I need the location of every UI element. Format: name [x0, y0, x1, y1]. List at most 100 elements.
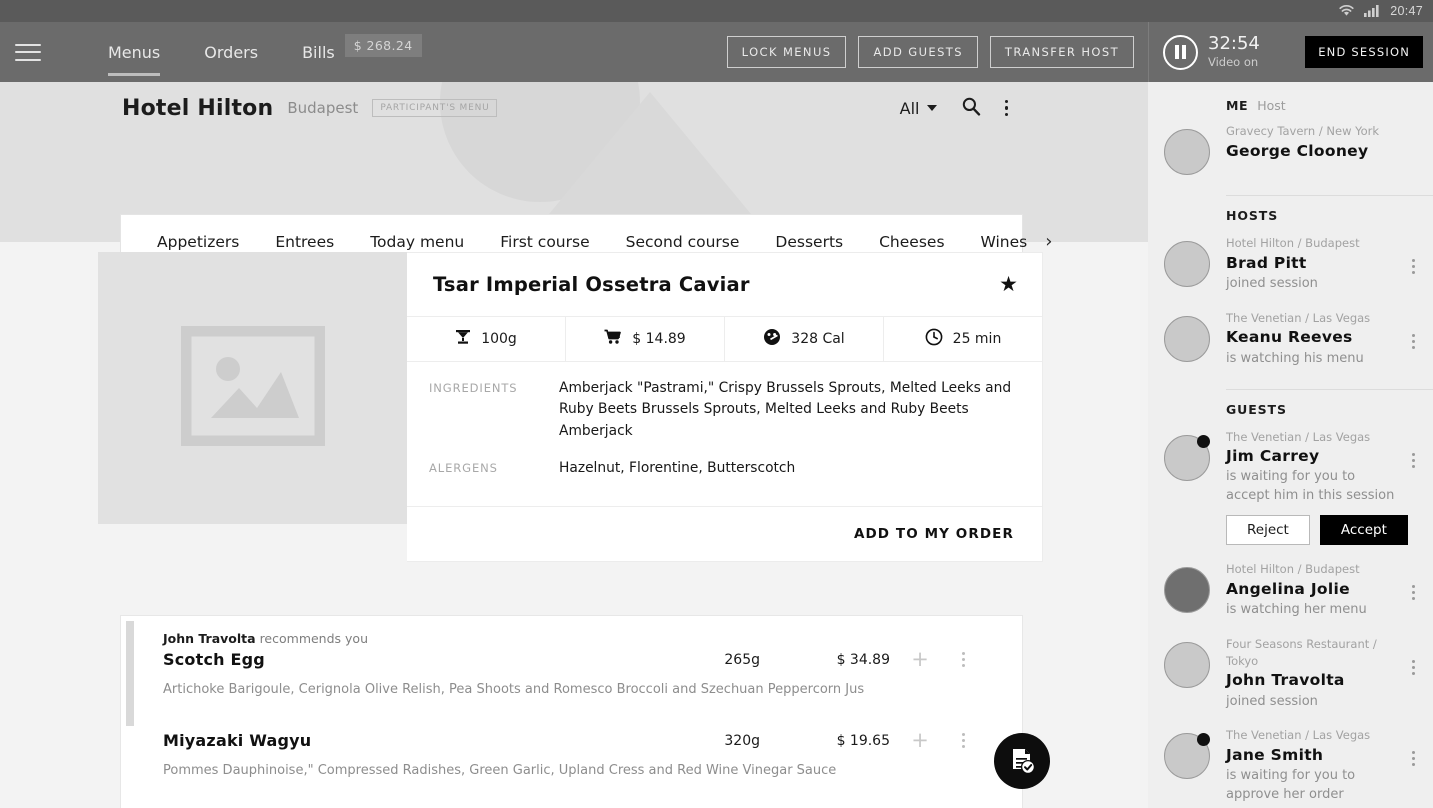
participant-status: is waiting for you to accept him in this…: [1226, 469, 1395, 504]
hamburger-icon[interactable]: [15, 43, 41, 61]
menu-tab-appetizers-label: Appetizers: [157, 232, 240, 251]
participant-status: joined session: [1226, 693, 1318, 709]
participant-actions: Reject Accept: [1226, 515, 1408, 546]
reject-button[interactable]: Reject: [1226, 515, 1310, 546]
os-status-bar: 20:47: [0, 0, 1433, 22]
kebab-menu-icon[interactable]: [1403, 561, 1423, 620]
recommended-indicator-bar: [126, 621, 134, 726]
kebab-menu-icon[interactable]: [1403, 636, 1423, 711]
end-session-button[interactable]: END SESSION: [1305, 36, 1423, 68]
dish-row: Miyazaki Wagyu 320g $ 19.65 +: [163, 730, 976, 751]
avatar: [1164, 129, 1210, 175]
image-placeholder-icon: [180, 325, 325, 450]
avatar-column: [1148, 727, 1226, 805]
kebab-menu-icon[interactable]: [1004, 99, 1008, 117]
me-section-header: ME Host: [1148, 82, 1433, 117]
session-bar: 32:54 Video on END SESSION: [1148, 22, 1433, 82]
star-icon[interactable]: ★: [999, 274, 1018, 295]
participant-info: Gravecy Tavern / New York George Clooney: [1226, 123, 1423, 175]
participant-name: George Clooney: [1226, 141, 1369, 160]
participant-info: The Venetian / Las Vegas Keanu Reeves is…: [1226, 310, 1403, 369]
add-to-my-order-button[interactable]: ADD TO MY ORDER: [854, 526, 1014, 542]
nav-tab-orders[interactable]: Orders: [182, 22, 280, 82]
nav-tab-menus[interactable]: Menus: [86, 22, 182, 82]
kebab-menu-icon[interactable]: [1403, 429, 1423, 546]
dish-fact-time: 25 min: [884, 317, 1042, 361]
list-item[interactable]: John Travolta recommends you Scotch Egg …: [121, 616, 1022, 702]
avatar: [1164, 641, 1210, 688]
avatar: [1164, 434, 1210, 481]
menu-tab-entrees-label: Entrees: [275, 232, 335, 251]
main-content: Hotel Hilton Budapest PARTICIPANT'S MENU…: [0, 82, 1148, 808]
nav-tab-bills[interactable]: Bills: [280, 22, 357, 82]
search-icon[interactable]: [961, 96, 981, 120]
list-item[interactable]: Oysters and Pearls 230g $ 23.59 +: [121, 784, 1022, 808]
dish-name: Scotch Egg: [163, 650, 265, 669]
nav-tab-orders-label: Orders: [204, 42, 259, 62]
participant-status: is waiting for you to approve her order: [1226, 768, 1356, 803]
add-guests-button[interactable]: ADD GUESTS: [858, 36, 978, 68]
participant-brad-pitt[interactable]: Hotel Hilton / Budapest Brad Pitt joined…: [1148, 229, 1433, 304]
dish-list: John Travolta recommends you Scotch Egg …: [120, 615, 1023, 808]
dish-fact-calories-value: 328 Cal: [791, 331, 845, 347]
participant-john-travolta[interactable]: Four Seasons Restaurant / Tokyo John Tra…: [1148, 630, 1433, 721]
plus-icon[interactable]: +: [890, 730, 950, 751]
menu-tab-cheeses-label: Cheeses: [879, 232, 945, 251]
transfer-host-button[interactable]: TRANSFER HOST: [989, 36, 1134, 68]
dish-fact-calories: 328 Cal: [725, 317, 884, 361]
participant-name: Jim Carrey: [1226, 447, 1320, 466]
hosts-section-title: HOSTS: [1226, 208, 1279, 223]
pause-icon[interactable]: [1163, 34, 1198, 70]
avatar-column: [1148, 429, 1226, 546]
dish-spec-ingredients-label: INGREDIENTS: [429, 381, 518, 395]
avatar: [1164, 241, 1210, 287]
participant-place: Hotel Hilton / Budapest: [1226, 236, 1360, 250]
accept-button[interactable]: Accept: [1319, 515, 1408, 546]
restaurant-header: Hotel Hilton Budapest PARTICIPANT'S MENU…: [0, 82, 1148, 134]
page-title: Hotel Hilton: [122, 95, 274, 121]
dish-description: Pommes Dauphinoise," Compressed Radishes…: [163, 763, 837, 779]
participant-angelina-jolie[interactable]: Hotel Hilton / Budapest Angelina Jolie i…: [1148, 555, 1433, 630]
me-label: ME: [1226, 98, 1249, 113]
participant-name: Angelina Jolie: [1226, 579, 1350, 598]
guests-section-title: GUESTS: [1226, 401, 1287, 417]
kebab-menu-icon[interactable]: [950, 652, 976, 667]
plus-icon[interactable]: +: [890, 649, 950, 670]
status-bar-clock: 20:47: [1390, 4, 1423, 18]
participant-jim-carrey[interactable]: The Venetian / Las Vegas Jim Carrey is w…: [1148, 423, 1433, 556]
dish-specs: INGREDIENTS Amberjack "Pastrami," Crispy…: [407, 362, 1042, 506]
avatar-column: [1148, 235, 1226, 294]
participant-place: The Venetian / Las Vegas: [1226, 310, 1371, 325]
dish-spec-ingredients: INGREDIENTS Amberjack "Pastrami," Crispy…: [429, 378, 1016, 442]
document-check-icon[interactable]: [994, 733, 1050, 789]
participant-status: joined session: [1226, 275, 1318, 291]
participant-jane-smith[interactable]: The Venetian / Las Vegas Jane Smith is w…: [1148, 721, 1433, 808]
participant-place: Four Seasons Restaurant / Tokyo: [1226, 636, 1377, 668]
menu-filter-select[interactable]: All: [900, 99, 937, 118]
nav-tab-menus-label: Menus: [108, 42, 161, 62]
session-video-status: Video on: [1208, 54, 1259, 69]
kebab-menu-icon[interactable]: [950, 733, 976, 749]
participant-info: Hotel Hilton / Budapest Brad Pitt joined…: [1226, 235, 1403, 294]
kebab-menu-icon[interactable]: [1403, 310, 1423, 369]
participant-info: The Venetian / Las Vegas Jane Smith is w…: [1226, 727, 1403, 805]
kebab-menu-icon[interactable]: [1403, 727, 1423, 805]
dish-fact-weight: 100g: [407, 317, 566, 361]
participant-place: Gravecy Tavern / New York: [1226, 124, 1380, 138]
participants-panel: ME Host Gravecy Tavern / New York George…: [1148, 82, 1433, 808]
session-info: 32:54 Video on: [1208, 34, 1260, 69]
kebab-menu-icon[interactable]: [1403, 235, 1423, 294]
dish-recommender-name: John Travolta: [163, 631, 256, 646]
list-item[interactable]: Miyazaki Wagyu 320g $ 19.65 + Pommes Dau…: [121, 702, 1022, 783]
lock-menus-button[interactable]: LOCK MENUS: [726, 36, 847, 68]
clock-icon: [925, 328, 943, 350]
dish-price: $ 34.89: [836, 651, 890, 668]
participant-place: The Venetian / Las Vegas: [1226, 429, 1371, 444]
dish-detail-body: Tsar Imperial Ossetra Caviar ★ 100g $ 14…: [407, 252, 1043, 562]
participant-me[interactable]: Gravecy Tavern / New York George Clooney: [1148, 117, 1433, 185]
participant-keanu-reeves[interactable]: The Venetian / Las Vegas Keanu Reeves is…: [1148, 304, 1433, 379]
participants-list: ME Host Gravecy Tavern / New York George…: [1148, 82, 1433, 808]
menu-filter-label: All: [899, 98, 920, 118]
dish-fact-price-value: $ 14.89: [632, 331, 686, 347]
chevron-right-icon[interactable]: ›: [1045, 232, 1056, 251]
